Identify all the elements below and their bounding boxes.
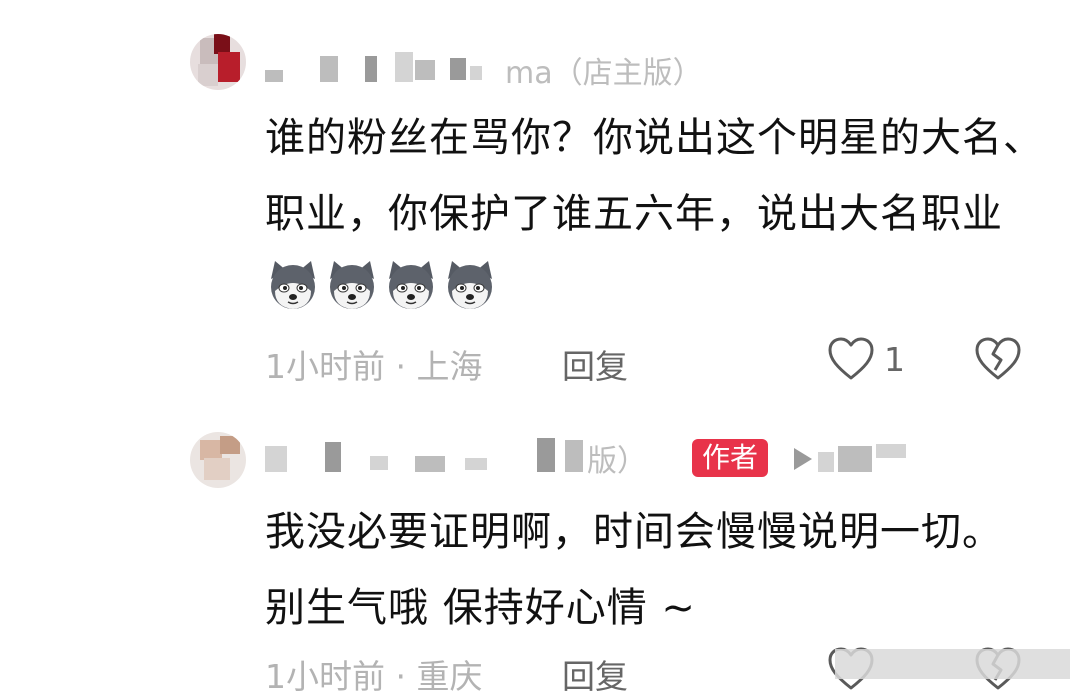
comment-time: 1小时前 xyxy=(265,347,385,386)
meta-separator: · xyxy=(395,657,407,696)
author-badge: 作者 xyxy=(692,439,769,477)
name-tail-mosaic xyxy=(838,446,872,472)
husky-emoji xyxy=(330,261,374,309)
username-visible-text: ma（店主版） xyxy=(505,56,703,91)
comment-text-content: 谁的粉丝在骂你？你说出这个明星的大名、职业，你保护了谁五六年，说出大名职业 xyxy=(265,115,1044,237)
comment-text: 谁的粉丝在骂你？你说出这个明星的大名、职业，你保护了谁五六年，说出大名职业 xyxy=(265,100,1045,328)
username[interactable]: 版） xyxy=(265,436,665,480)
husky-emoji xyxy=(389,261,433,309)
husky-emoji xyxy=(271,261,315,309)
name-tail-mosaic xyxy=(876,444,906,458)
avatar[interactable] xyxy=(190,432,246,488)
name-tail-mosaic xyxy=(818,452,834,472)
emoji-group xyxy=(265,261,501,313)
username[interactable]: ma（店主版） xyxy=(265,46,765,91)
comment-meta: 1小时前 · 上海 xyxy=(265,340,483,388)
comment-text: 我没必要证明啊，时间会慢慢说明一切。 别生气哦 保持好心情 ~ xyxy=(265,509,1003,631)
broken-heart-icon[interactable] xyxy=(974,336,1022,382)
heart-outline-icon[interactable] xyxy=(827,336,875,382)
watermark xyxy=(835,649,1070,679)
husky-emoji xyxy=(448,261,492,309)
reply-button[interactable]: 回复 xyxy=(562,650,628,698)
comment-time: 1小时前 xyxy=(265,657,385,696)
meta-separator: · xyxy=(395,347,407,386)
like-count: 1 xyxy=(884,340,905,379)
comment-location: 重庆 xyxy=(416,657,483,696)
play-triangle-icon xyxy=(794,448,812,470)
avatar[interactable] xyxy=(190,34,246,90)
comment-meta: 1小时前 · 重庆 xyxy=(265,650,483,698)
comment-location: 上海 xyxy=(416,347,483,386)
reply-button[interactable]: 回复 xyxy=(562,340,628,388)
username-visible-text: 版） xyxy=(587,444,647,479)
